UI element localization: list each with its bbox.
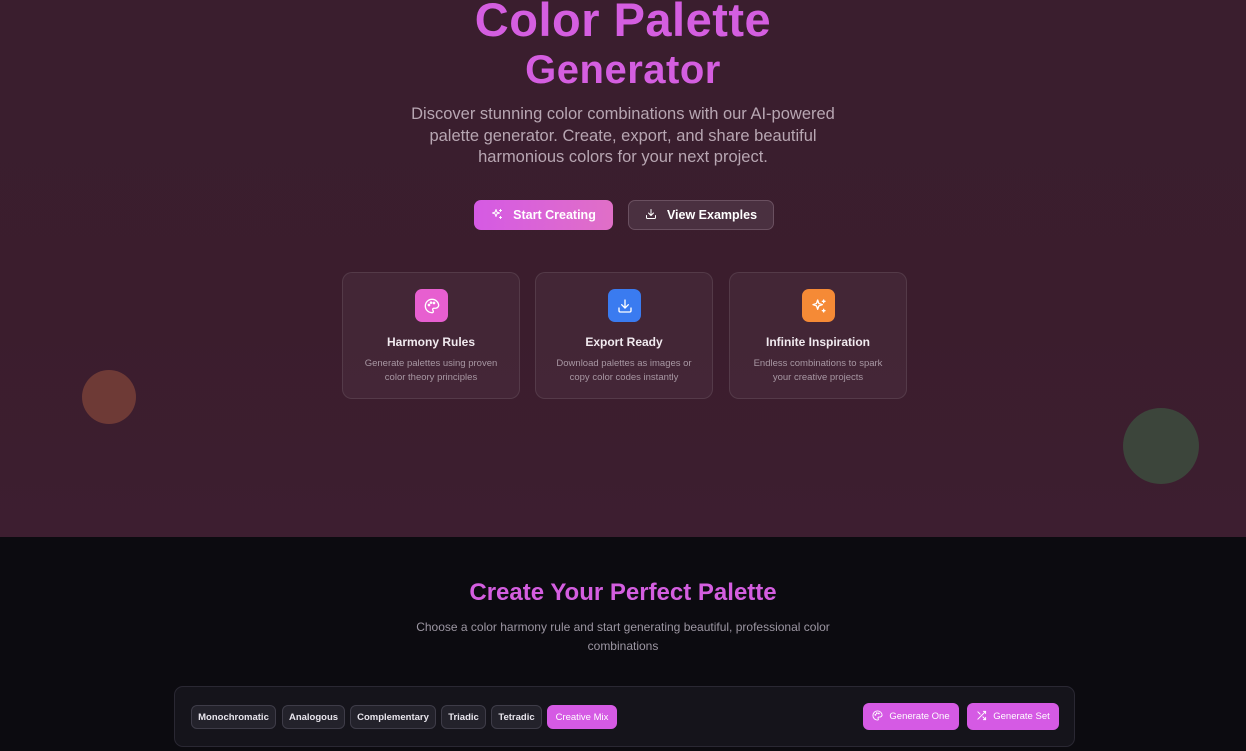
feature-title: Infinite Inspiration	[766, 335, 870, 349]
shuffle-icon	[976, 710, 987, 724]
feature-description: Endless combinations to spark your creat…	[753, 358, 883, 383]
hero-section: Color Palette Generator Discover stunnin…	[0, 0, 1246, 537]
feature-description: Generate palettes using proven color the…	[364, 358, 498, 383]
hero-title-line1: Color Palette	[474, 0, 772, 46]
hero-title-line2: Generator	[525, 48, 721, 92]
rule-chip-complementary[interactable]: Complementary	[350, 705, 436, 729]
feature-card-infinite-inspiration: Infinite Inspiration Endless combination…	[729, 272, 907, 399]
palette-icon	[415, 289, 448, 322]
hero-description: Discover stunning color combinations wit…	[411, 105, 835, 166]
rule-chip-tetradic[interactable]: Tetradic	[491, 705, 542, 729]
start-creating-label: Start Creating	[513, 208, 596, 222]
sparkles-icon	[802, 289, 835, 322]
palette-icon	[872, 709, 883, 724]
feature-title: Harmony Rules	[386, 335, 476, 349]
feature-title: Export Ready	[585, 335, 663, 349]
feature-description: Download palettes as images or copy colo…	[556, 358, 692, 383]
generator-title: Create Your Perfect Palette	[469, 579, 777, 606]
generate-one-button[interactable]: Generate One	[863, 703, 959, 730]
rule-chip-analogous[interactable]: Analogous	[282, 705, 345, 729]
view-examples-button[interactable]: View Examples	[628, 200, 774, 230]
generate-set-button[interactable]: Generate Set	[967, 703, 1059, 730]
download-icon	[645, 208, 657, 223]
generate-one-label: Generate One	[889, 711, 950, 722]
decorative-green-circle	[1123, 408, 1199, 484]
feature-card-harmony-rules: Harmony Rules Generate palettes using pr…	[342, 272, 520, 399]
rule-chip-monochromatic[interactable]: Monochromatic	[191, 705, 276, 729]
start-creating-button[interactable]: Start Creating	[474, 200, 613, 230]
feature-card-export-ready: Export Ready Download palettes as images…	[535, 272, 713, 399]
rule-chip-creative-mix[interactable]: Creative Mix	[547, 705, 617, 729]
sparkles-icon	[491, 208, 503, 223]
view-examples-label: View Examples	[666, 208, 758, 222]
generate-set-label: Generate Set	[993, 711, 1050, 722]
rule-chip-triadic[interactable]: Triadic	[441, 705, 486, 729]
download-icon	[608, 289, 641, 322]
harmony-rule-toolbar: Monochromatic Analogous Complementary Tr…	[174, 686, 1075, 747]
generator-description: Choose a color harmony rule and start ge…	[416, 620, 830, 653]
decorative-orange-circle	[82, 370, 136, 424]
generator-section: Create Your Perfect Palette Choose a col…	[0, 537, 1246, 751]
